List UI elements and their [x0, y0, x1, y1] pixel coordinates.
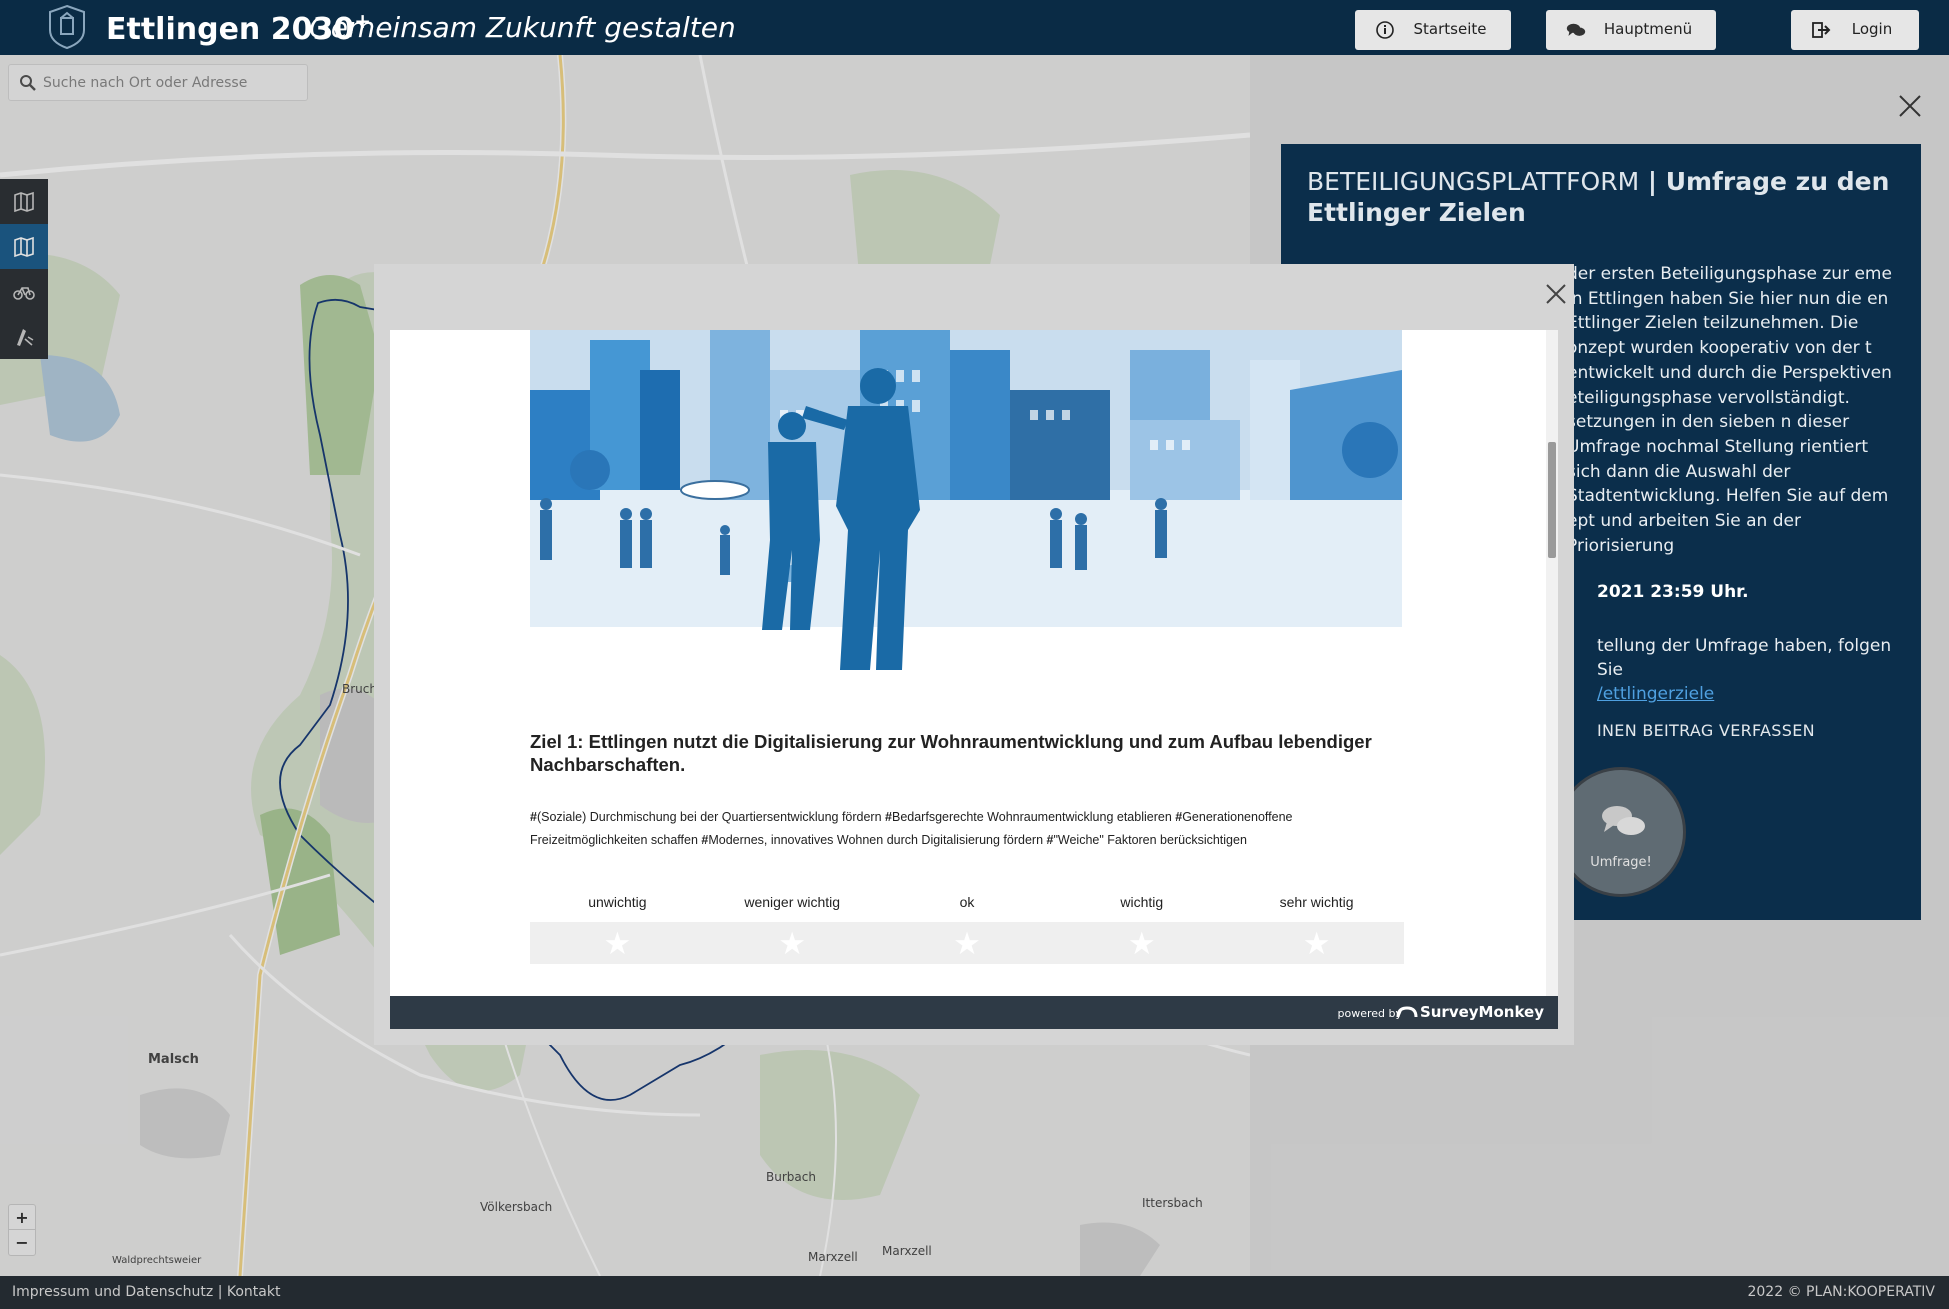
survey-footer: powered by SurveyMonkey: [390, 996, 1558, 1029]
main-menu-label: Hauptmenü: [1603, 20, 1693, 38]
survey-tags: #(Soziale) Durchmischung bei der Quartie…: [530, 810, 1293, 847]
panel-close-icon[interactable]: [1896, 92, 1924, 120]
survey-modal: Ziel 1: Ettlingen nutzt die Digitalisier…: [374, 264, 1574, 1045]
panel-title: BETEILIGUNGSPLATTFORM | Umfrage zu den E…: [1307, 167, 1890, 227]
star-2-icon[interactable]: ★: [705, 926, 880, 962]
footer-copyright: 2022 © PLAN:KOOPERATIV: [1747, 1284, 1935, 1300]
city-illustration: [530, 330, 1402, 670]
start-button-label: Startseite: [1413, 20, 1487, 38]
star-3-icon[interactable]: ★: [880, 926, 1055, 962]
scrollbar-thumb[interactable]: [1548, 442, 1556, 558]
survey-iframe[interactable]: Ziel 1: Ettlingen nutzt die Digitalisier…: [390, 330, 1558, 1029]
survey-bubble-label: Umfrage!: [1590, 855, 1652, 870]
powered-by-label: powered by: [1337, 1007, 1403, 1020]
app-header: Ettlingen 2030+ Gemeinsam Zukunft gestal…: [0, 0, 1949, 55]
star-5-icon[interactable]: ★: [1229, 926, 1404, 962]
city-logo-icon[interactable]: [46, 4, 88, 50]
login-label: Login: [1851, 20, 1893, 38]
star-4-icon[interactable]: ★: [1054, 926, 1229, 962]
footer-links[interactable]: Impressum und Datenschutz | Kontakt: [12, 1284, 280, 1300]
start-button[interactable]: Startseite: [1355, 10, 1511, 50]
rating-scale-labels: unwichtig weniger wichtig ok wichtig seh…: [530, 894, 1404, 914]
scale-label-unwichtig: unwichtig: [588, 894, 647, 910]
main-menu-button[interactable]: Hauptmenü: [1546, 10, 1716, 50]
star-1-icon[interactable]: ★: [530, 926, 705, 962]
scale-label-ok: ok: [959, 894, 975, 910]
login-button[interactable]: Login: [1791, 10, 1919, 50]
star-rating: ★ ★ ★ ★ ★: [530, 922, 1404, 964]
surveymonkey-logo-icon: [1396, 1006, 1418, 1018]
survey-question: Ziel 1: Ettlingen nutzt die Digitalisier…: [530, 731, 1372, 775]
page-footer: Impressum und Datenschutz | Kontakt 2022…: [0, 1276, 1949, 1309]
scale-label-sehr-wichtig: sehr wichtig: [1279, 894, 1354, 910]
app-tagline: Gemeinsam Zukunft gestalten: [309, 11, 736, 44]
modal-close-icon[interactable]: [1542, 280, 1570, 308]
survey-scrollbar[interactable]: [1546, 330, 1558, 996]
chat-bubbles-icon: [1602, 806, 1645, 835]
surveymonkey-brand[interactable]: SurveyMonkey: [1420, 1003, 1544, 1021]
survey-bubble-button[interactable]: Umfrage!: [1556, 767, 1686, 897]
scale-label-weniger-wichtig: weniger wichtig: [744, 894, 841, 910]
scale-label-wichtig: wichtig: [1120, 894, 1164, 910]
survey-link[interactable]: /ettlingerziele: [1597, 684, 1714, 704]
